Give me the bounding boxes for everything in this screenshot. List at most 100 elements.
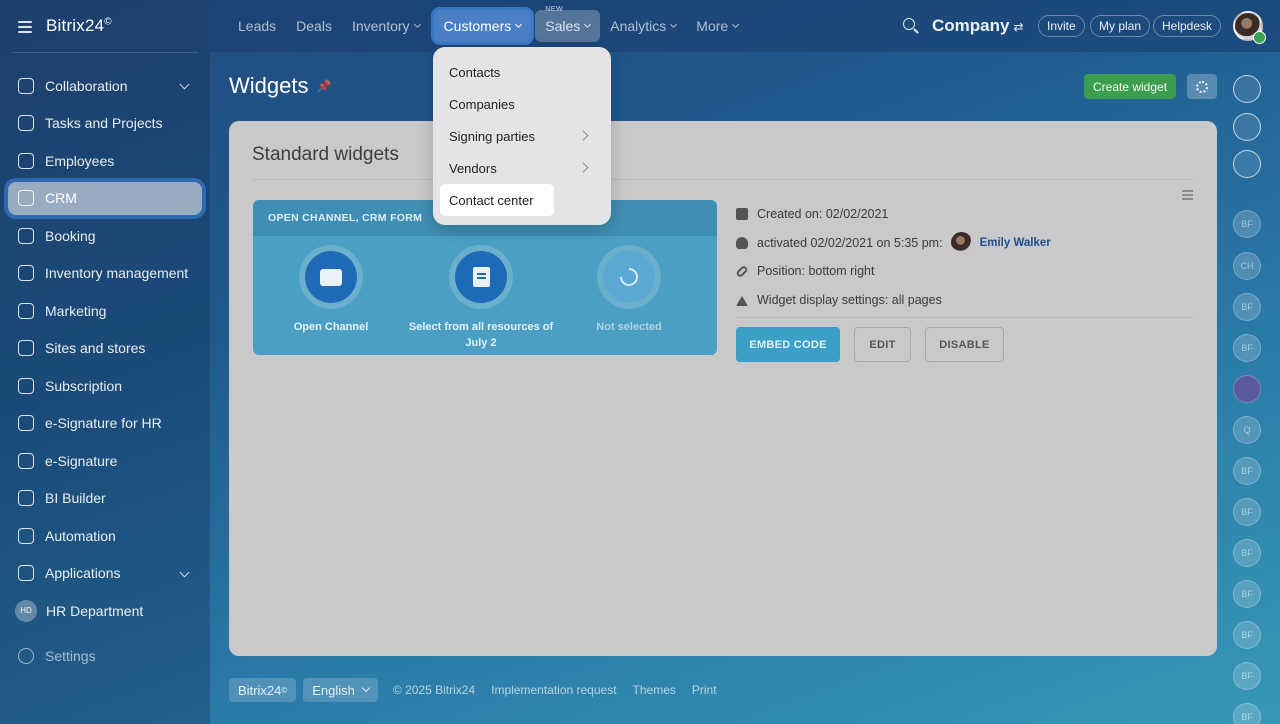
display-settings-row: Widget display settings: all pages: [736, 286, 1193, 315]
info-divider: [736, 317, 1193, 318]
tab-inventory[interactable]: Inventory: [342, 10, 430, 42]
helpdesk-button[interactable]: Helpdesk: [1153, 15, 1222, 37]
menu-item-companies[interactable]: Companies: [433, 88, 611, 120]
chevron-down-icon: [515, 20, 523, 29]
right-bar: BF CH BF BF Q BF BF BF BF BF BF BF: [1217, 52, 1280, 724]
chat-avatar[interactable]: CH: [1233, 252, 1261, 280]
pin-icon[interactable]: 📌: [316, 79, 331, 93]
menu-item-signing-parties[interactable]: Signing parties: [433, 120, 611, 152]
user-link[interactable]: Emily Walker: [980, 237, 1051, 249]
create-widget-button[interactable]: Create widget: [1084, 74, 1177, 99]
chevron-down-icon: [361, 683, 371, 693]
themes-link[interactable]: Themes: [633, 683, 676, 697]
app-logo[interactable]: Bitrix24©: [46, 16, 112, 36]
page-title: Widgets 📌: [229, 73, 332, 98]
calendar-icon: [736, 208, 748, 221]
play-icon: [1253, 31, 1266, 44]
cart-icon: [18, 340, 34, 357]
widget-item-crm-form: Select from all resources of July 2: [406, 245, 556, 351]
edit-button[interactable]: EDIT: [854, 327, 911, 362]
footer-brand-button[interactable]: Bitrix24 ©: [229, 678, 297, 702]
inventory-icon: [18, 265, 34, 282]
sidebar-item-automation[interactable]: Automation: [0, 517, 210, 555]
signature-hr-icon: [18, 415, 34, 432]
menu-item-contact-center[interactable]: Contact center: [440, 184, 554, 216]
disable-button[interactable]: DISABLE: [925, 327, 1004, 362]
settings-button[interactable]: [1187, 74, 1217, 99]
sidebar-item-marketing[interactable]: Marketing: [0, 292, 210, 330]
sidebar-item-subscription[interactable]: Subscription: [0, 367, 210, 405]
user-avatar[interactable]: [1233, 11, 1266, 44]
embed-code-button[interactable]: EMBED CODE: [736, 327, 840, 362]
menu-icon[interactable]: [18, 20, 32, 33]
sidebar-divider: [12, 52, 198, 53]
invite-button[interactable]: Invite: [1038, 15, 1085, 37]
company-name[interactable]: Company ⇄: [932, 16, 1024, 36]
chat-avatar[interactable]: BF: [1233, 621, 1261, 649]
link-icon: [735, 264, 749, 278]
chevron-down-icon: [670, 20, 678, 29]
chat-avatar[interactable]: BF: [1233, 498, 1261, 526]
copyright: © 2025 Bitrix24: [392, 683, 476, 697]
widgets-panel: Standard widgets OPEN CHANNEL, CRM FORM …: [229, 121, 1217, 656]
chat-avatar[interactable]: BF: [1233, 539, 1261, 567]
tab-customers[interactable]: Customers: [433, 10, 532, 42]
department-badge: HD: [15, 599, 37, 622]
sidebar-item-tasks[interactable]: Tasks and Projects: [0, 105, 210, 143]
tab-deals[interactable]: Deals: [286, 10, 342, 42]
chat-bubble-icon[interactable]: [1233, 150, 1261, 178]
tab-analytics[interactable]: Analytics: [600, 10, 686, 42]
chat-avatar[interactable]: Q: [1233, 416, 1261, 444]
sidebar-item-employees[interactable]: Employees: [0, 142, 210, 180]
my-plan-button[interactable]: My plan: [1090, 15, 1151, 37]
menu-item-contacts[interactable]: Contacts: [433, 56, 611, 88]
widget-item-call: Not selected: [554, 245, 704, 335]
chat-avatar[interactable]: BF: [1233, 334, 1261, 362]
chat-icon: [320, 268, 342, 286]
phone-icon: [616, 264, 642, 290]
chat-avatar[interactable]: BF: [1233, 662, 1261, 690]
chat-avatar[interactable]: BF: [1233, 457, 1261, 485]
tab-sales[interactable]: NEW Sales: [535, 6, 601, 42]
chevron-down-icon: [179, 79, 190, 90]
collaboration-icon: [18, 77, 34, 94]
sidebar-item-bi-builder[interactable]: BI Builder: [0, 480, 210, 518]
chat-avatar[interactable]: BF: [1233, 293, 1261, 321]
form-icon: [472, 267, 490, 287]
menu-item-vendors[interactable]: Vendors: [433, 152, 611, 184]
chevron-down-icon: [179, 567, 190, 577]
chat-avatar[interactable]: [1233, 375, 1261, 403]
sidebar-item-esignature-hr[interactable]: e-Signature for HR: [0, 405, 210, 443]
applications-icon: [18, 565, 34, 582]
person-icon: [736, 236, 748, 249]
sidebar-item-settings[interactable]: Settings: [18, 648, 96, 664]
tab-more[interactable]: More: [686, 10, 748, 42]
layers-icon: [736, 294, 748, 306]
chat-avatar[interactable]: BF: [1233, 210, 1261, 238]
position-row: Position: bottom right: [735, 257, 1193, 286]
implementation-request-link[interactable]: Implementation request: [491, 683, 616, 697]
print-link[interactable]: Print: [692, 683, 717, 697]
bell-icon[interactable]: [1233, 75, 1261, 103]
marketing-icon: [18, 302, 34, 319]
target-icon[interactable]: [1233, 113, 1261, 141]
sidebar-item-collaboration[interactable]: Collaboration: [0, 67, 210, 105]
signature-icon: [18, 452, 34, 469]
booking-icon: [18, 227, 34, 244]
sidebar-item-booking[interactable]: Booking: [0, 217, 210, 255]
new-badge: NEW: [545, 6, 564, 13]
sidebar-item-esignature[interactable]: e-Signature: [0, 442, 210, 480]
chat-avatar[interactable]: BF: [1233, 703, 1261, 724]
tab-leads[interactable]: Leads: [228, 10, 286, 42]
sidebar-item-crm[interactable]: CRM: [8, 181, 202, 215]
sidebar-item-applications[interactable]: Applications: [0, 555, 210, 593]
language-select[interactable]: English: [303, 678, 378, 702]
sidebar-item-inventory[interactable]: Inventory management: [0, 255, 210, 293]
sidebar-item-hr-department[interactable]: HD HR Department: [0, 592, 210, 630]
chat-avatar[interactable]: BF: [1233, 580, 1261, 608]
search-icon[interactable]: [903, 18, 915, 30]
sidebar-item-sites[interactable]: Sites and stores: [0, 330, 210, 368]
widget-item-open-channel: Open Channel: [256, 245, 406, 335]
tasks-icon: [18, 115, 34, 132]
chevron-right-icon: [578, 130, 589, 141]
